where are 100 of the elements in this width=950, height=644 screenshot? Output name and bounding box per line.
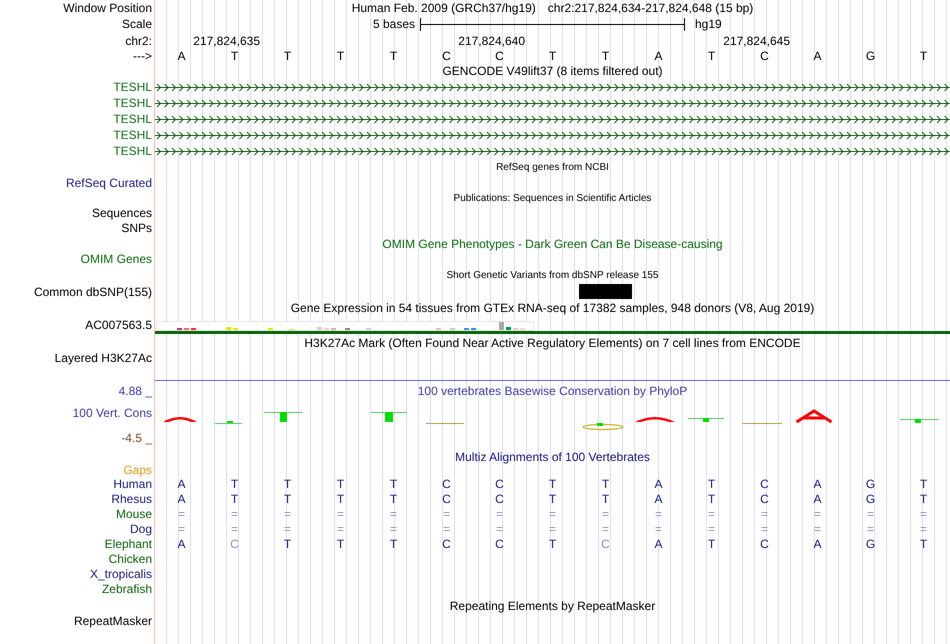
base-letter: A <box>813 50 822 63</box>
aligned-base: A <box>813 493 822 506</box>
base-letter: T <box>336 50 344 63</box>
axis-min-label: -4.5 _ <box>121 432 152 444</box>
aligned-base: = <box>760 523 768 536</box>
species-label[interactable]: Zebrafish <box>102 583 152 596</box>
track-label: Scale <box>122 18 152 31</box>
gene-label[interactable]: TESHL <box>113 96 152 110</box>
aligned-base: T <box>284 478 292 491</box>
assembly-label: hg19 <box>695 18 722 31</box>
track-label: Window Position <box>63 2 152 14</box>
species-label[interactable]: Dog <box>130 523 152 536</box>
aligned-base: = <box>814 523 821 536</box>
aligned-base: = <box>708 508 715 521</box>
gene-label[interactable]: TESHL <box>113 112 152 126</box>
species-label[interactable]: Mouse <box>116 508 152 521</box>
aligned-base: T <box>390 538 398 551</box>
track-label[interactable]: Common dbSNP(155) <box>34 286 152 298</box>
aligned-base: G <box>866 493 876 506</box>
aligned-base: T <box>284 538 292 551</box>
aligned-base: C <box>495 478 504 491</box>
conservation-peak <box>635 417 675 422</box>
species-label[interactable]: Chicken <box>108 553 152 566</box>
aligned-base: C <box>760 493 769 506</box>
base-letter: A <box>654 50 662 63</box>
track-title: Short Genetic Variants from dbSNP release 155 <box>446 269 658 282</box>
species-label[interactable]: Human <box>113 478 152 491</box>
base-letter: T <box>602 50 610 63</box>
conservation-bar <box>264 412 302 422</box>
aligned-base: C <box>495 493 504 506</box>
species-label[interactable]: X_tropicalis <box>90 568 152 581</box>
base-letter: A <box>177 50 186 63</box>
track-label: chr2: <box>125 34 152 48</box>
ruler-tick-label: 217,824,645 <box>723 34 790 48</box>
aligned-base: = <box>496 523 503 536</box>
aligned-base: = <box>760 508 768 521</box>
aligned-base: = <box>866 508 874 521</box>
aligned-base: T <box>548 538 556 551</box>
expression-bar <box>317 327 322 330</box>
aligned-base: T <box>390 478 398 491</box>
aligned-base: = <box>654 508 662 521</box>
aligned-base: = <box>496 508 503 521</box>
aligned-base: A <box>177 493 186 506</box>
track-label[interactable]: OMIM Genes <box>80 253 152 266</box>
species-label[interactable]: Elephant <box>104 538 152 551</box>
aligned-base: = <box>390 508 397 521</box>
aligned-base: T <box>336 478 344 491</box>
track-label[interactable]: Layered H3K27Ac <box>54 352 152 365</box>
ruler-tick-label: 217,824,640 <box>458 34 525 48</box>
track-title: GENCODE V49lift37 (8 items filtered out) <box>442 65 663 78</box>
aligned-base: C <box>230 538 239 551</box>
track-label[interactable]: RefSeq Curated <box>66 177 152 190</box>
aligned-base: = <box>654 523 662 536</box>
track-label[interactable]: SNPs <box>121 222 152 235</box>
track-title: RefSeq genes from NCBI <box>496 161 609 174</box>
track-label[interactable]: RepeatMasker <box>74 615 152 628</box>
gene-label[interactable]: TESHL <box>113 80 152 94</box>
aligned-base: = <box>390 523 397 536</box>
aligned-base: A <box>177 538 186 551</box>
scale-bar-label: 5 bases <box>372 18 415 31</box>
aligned-base: = <box>920 508 927 521</box>
base-letter: T <box>230 50 238 63</box>
aligned-base: G <box>866 538 876 551</box>
aligned-base: T <box>548 493 556 506</box>
conservation-mark <box>582 423 624 430</box>
aligned-base: T <box>336 493 344 506</box>
gene-label[interactable]: TESHL <box>113 144 152 158</box>
track-title: Publications: Sequences in Scientific Articles <box>454 192 652 205</box>
aligned-base: = <box>602 508 609 521</box>
aligned-base: = <box>708 523 715 536</box>
track-title: 100 vertebrates Basewise Conservation by PhyloP <box>418 384 688 398</box>
aligned-base: T <box>336 538 344 551</box>
aligned-base: C <box>442 478 451 491</box>
base-letter: C <box>442 50 451 63</box>
expression-bar <box>506 327 511 330</box>
track-label[interactable]: 100 Vert. Cons <box>72 406 152 420</box>
expression-bar <box>499 322 504 330</box>
aligned-base: = <box>920 523 927 536</box>
track-title: Multiz Alignments of 100 Vertebrates <box>455 450 650 464</box>
track-label[interactable]: AC007563.5 <box>85 318 152 332</box>
track-label[interactable]: Sequences <box>92 207 152 220</box>
base-letter: C <box>495 50 504 63</box>
base-letter: T <box>284 50 292 63</box>
aligned-base: A <box>654 538 662 551</box>
ruler-tick-label: 217,824,635 <box>193 34 260 48</box>
expression-bar <box>226 327 231 330</box>
conservation-peak <box>795 409 833 424</box>
aligned-base: = <box>442 508 450 521</box>
aligned-base: C <box>442 493 451 506</box>
aligned-base: = <box>602 523 609 536</box>
aligned-base: C <box>760 478 769 491</box>
aligned-base: = <box>548 508 556 521</box>
gene-label[interactable]: TESHL <box>113 128 152 142</box>
aligned-base: T <box>920 493 928 506</box>
base-letter: T <box>708 50 716 63</box>
aligned-base: = <box>336 508 344 521</box>
aligned-base: = <box>284 508 291 521</box>
aligned-base: C <box>760 538 769 551</box>
species-label[interactable]: Rhesus <box>111 493 152 506</box>
conservation-bar <box>371 412 407 422</box>
